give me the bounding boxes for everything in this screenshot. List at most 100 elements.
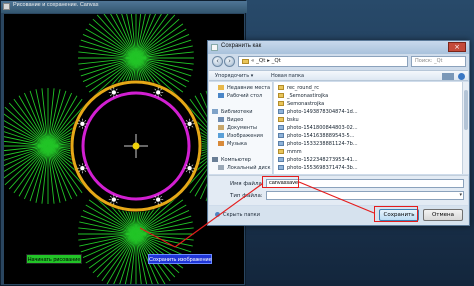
list-item[interactable]: bsku — [278, 116, 299, 124]
list-item[interactable]: photo-1493878304874-1d... — [278, 108, 358, 116]
list-item[interactable]: photo-1522348273953-41... — [278, 156, 358, 164]
list-item[interactable]: photo-1533238881124-7b... — [278, 140, 358, 148]
list-item[interactable]: mmm — [278, 148, 302, 156]
ring-marker — [155, 90, 161, 95]
address-path[interactable]: « _Qt ▸ _Qt — [238, 56, 408, 67]
address-path-text: « _Qt ▸ _Qt — [251, 58, 281, 64]
ring-marker — [80, 165, 85, 171]
image-file-icon — [278, 165, 284, 170]
center-dot — [132, 142, 140, 150]
app-title: Рисование и сохранение. Canvas — [13, 2, 99, 8]
file-name: photo-1541638889543-5... — [287, 133, 355, 139]
petal-ray — [135, 209, 190, 235]
back-arrow-icon[interactable]: ‹ — [212, 56, 223, 67]
list-item[interactable]: photo-1541638889543-5... — [278, 132, 354, 140]
save-fields: Имя файла: canvassave Тип файла: ▾ — [209, 175, 468, 205]
image-file-icon — [278, 157, 284, 162]
desktop: Рисование и сохранение. Canvas Начинать … — [0, 0, 474, 286]
save-highlight-box — [374, 206, 418, 222]
file-name: photo-1553698371474-3b... — [287, 165, 358, 171]
folder-icon — [278, 101, 284, 106]
close-icon[interactable]: × — [448, 42, 466, 52]
nav-item-label: Музыка — [227, 141, 247, 147]
nav-item[interactable]: Видео — [218, 116, 243, 124]
file-name: photo-1541800844803-02... — [287, 125, 358, 131]
new-folder-button[interactable]: Новая папка — [271, 72, 304, 80]
hide-folders-toggle[interactable]: Скрыть папки — [215, 212, 260, 218]
search-input[interactable]: Поиск: _Qt — [411, 56, 466, 67]
ring-marker — [155, 197, 161, 202]
address-bar: ‹ › « _Qt ▸ _Qt Поиск: _Qt — [211, 56, 466, 68]
nav-item[interactable]: Библиотеки — [212, 108, 253, 116]
list-item[interactable]: _Semonastirojka — [278, 92, 328, 100]
file-name: photo-1493878304874-1d... — [287, 109, 358, 115]
file-name: rec_round_rc — [287, 85, 319, 91]
nav-item[interactable]: Рабочий стол — [218, 92, 262, 100]
libraries-icon — [212, 109, 218, 114]
organize-menu[interactable]: Упорядочить ▾ — [215, 72, 253, 80]
chevron-down-icon: ▾ — [459, 192, 462, 198]
file-name: mmm — [287, 149, 302, 155]
image-file-icon — [278, 133, 284, 138]
list-item[interactable]: Semonastrojka — [278, 100, 324, 108]
forward-arrow-icon[interactable]: › — [224, 56, 235, 67]
image-file-icon — [278, 109, 284, 114]
nav-item[interactable]: Компьютер — [212, 156, 251, 164]
music-icon — [218, 141, 224, 146]
nav-item[interactable]: Документы — [218, 124, 257, 132]
app-window-icon — [3, 3, 10, 10]
computer-icon — [212, 157, 218, 162]
image-file-icon — [278, 125, 284, 130]
ring-marker — [111, 197, 117, 202]
petal-ray — [135, 57, 190, 83]
nav-item-label: Изображения — [227, 133, 263, 139]
file-list-scrollbar[interactable] — [462, 82, 469, 174]
folder-icon — [278, 117, 284, 122]
drive-icon — [218, 165, 224, 170]
file-name: _Semonastirojka — [287, 93, 329, 99]
file-name: bsku — [287, 117, 299, 123]
nav-item[interactable]: Изображения — [218, 132, 263, 140]
recent-places-icon — [218, 85, 224, 90]
list-item[interactable]: photo-1553698371474-3b... — [278, 164, 358, 172]
image-file-icon — [278, 141, 284, 146]
petal-ray — [113, 233, 137, 284]
save-image-button[interactable]: Сохранить изображение — [148, 254, 212, 264]
dialog-toolbar: Упорядочить ▾ Новая папка — [209, 70, 468, 81]
petal-ray — [23, 145, 49, 200]
petal-ray — [47, 92, 73, 147]
nav-item-label: Библиотеки — [221, 109, 253, 115]
nav-item[interactable]: Локальный диск (C:) — [218, 164, 272, 172]
folder-icon — [278, 85, 284, 90]
scrollbar-thumb[interactable] — [464, 90, 468, 130]
chevron-up-icon — [215, 212, 220, 217]
documents-icon — [218, 125, 224, 130]
nav-item-label: Документы — [227, 125, 257, 131]
nav-item[interactable]: Недавние места — [218, 84, 270, 92]
petal-ray — [82, 57, 137, 83]
ring-marker — [111, 90, 117, 95]
petal-ray — [82, 33, 137, 59]
dialog-footer: Скрыть папки Сохранить Отмена — [209, 206, 468, 225]
view-options-icon[interactable] — [442, 73, 454, 80]
nav-item[interactable]: Музыка — [218, 140, 247, 148]
cancel-button[interactable]: Отмена — [423, 209, 463, 221]
list-item[interactable]: rec_round_rc — [278, 84, 319, 92]
folder-icon — [242, 59, 249, 64]
ring-marker — [187, 121, 192, 127]
app-titlebar[interactable]: Рисование и сохранение. Canvas — [1, 1, 247, 13]
hide-folders-label: Скрыть папки — [223, 212, 260, 218]
dialog-titlebar[interactable]: Сохранить как × — [208, 41, 469, 54]
filetype-select[interactable]: ▾ — [266, 191, 464, 200]
folder-icon — [278, 93, 284, 98]
petal-ray — [82, 233, 137, 259]
start-drawing-button[interactable]: Начинать рисование — [26, 254, 82, 264]
list-item[interactable]: photo-1541800844803-02... — [278, 124, 358, 132]
dialog-title: Сохранить как — [221, 43, 262, 49]
help-icon[interactable] — [458, 73, 465, 80]
file-name: photo-1533238881124-7b... — [287, 141, 358, 147]
filename-label: Имя файла: — [230, 181, 264, 187]
video-icon — [218, 117, 224, 122]
navigation-pane: Недавние места Рабочий стол Библиотеки Виде… — [209, 82, 273, 174]
nav-item-label: Рабочий стол — [227, 93, 263, 99]
